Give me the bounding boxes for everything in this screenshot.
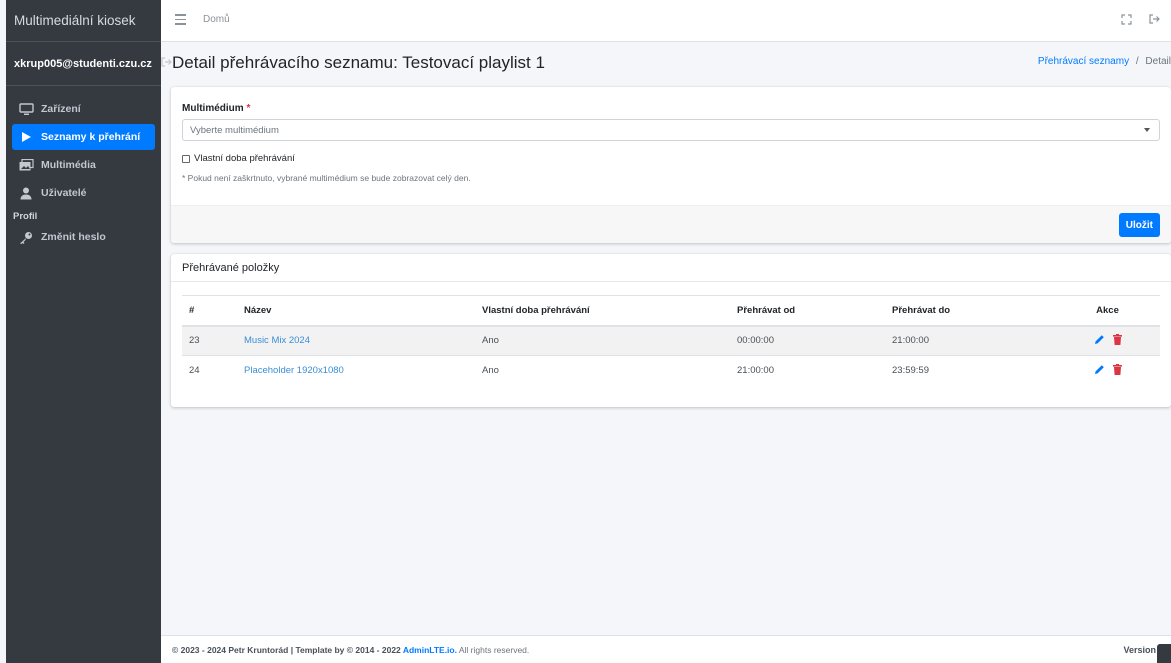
- column-header-custom-duration: Vlastní doba přehrávání: [475, 295, 730, 327]
- top-navbar: Domů: [161, 0, 1171, 42]
- cell-custom-duration: Ano: [475, 325, 730, 356]
- fullscreen-icon[interactable]: [1119, 12, 1133, 26]
- cell-name: Placeholder 1920x1080: [237, 355, 475, 386]
- logout-icon[interactable]: [161, 57, 172, 70]
- playlist-items-header: Přehrávané položky: [171, 254, 1171, 282]
- hamburger-menu-icon[interactable]: [175, 14, 186, 25]
- custom-duration-checkbox[interactable]: [182, 154, 190, 163]
- media-link[interactable]: Music Mix 2024: [244, 335, 310, 346]
- brand-link[interactable]: Multimediální kiosek: [6, 0, 161, 42]
- photo-gallery-icon: [17, 158, 35, 172]
- add-media-form-card: Multimédium * Vyberte multimédium Vlastn…: [171, 87, 1171, 243]
- top-right-controls: [1119, 12, 1171, 26]
- chevron-down-icon: [1144, 128, 1150, 132]
- cell-play-from: 00:00:00: [730, 325, 885, 356]
- key-icon: [17, 230, 35, 244]
- multimedia-select[interactable]: Vyberte multimédium: [182, 119, 1160, 141]
- playlist-items-card: Přehrávané položky # Název Vlastní doba …: [171, 254, 1171, 407]
- table-row: 24 Placeholder 1920x1080 Ano 21:00:00 23…: [182, 355, 1160, 386]
- sidebar-header-profile: Profil: [13, 210, 38, 222]
- multimedia-label: Multimédium *: [182, 103, 250, 114]
- sidebar-item-devices[interactable]: Zařízení: [12, 96, 155, 122]
- column-header-play-to: Přehrávat do: [885, 295, 1055, 327]
- sidebar-item-playlists[interactable]: Seznamy k přehrání: [12, 124, 155, 150]
- cell-actions: [1055, 355, 1160, 386]
- footer-template: | Template by © 2014 - 2022: [288, 645, 403, 655]
- column-header-name: Název: [237, 295, 475, 327]
- column-header-id: #: [182, 295, 237, 327]
- footer-copyright: © 2023 - 2024 Petr Kruntorád | Template …: [172, 645, 529, 655]
- sidebar-item-users[interactable]: Uživatelé: [12, 180, 155, 206]
- user-panel: xkrup005@studenti.czu.cz: [6, 42, 172, 86]
- breadcrumb-separator: /: [1135, 56, 1139, 67]
- cell-play-to: 23:59:59: [885, 355, 1055, 386]
- cell-actions: [1055, 325, 1160, 356]
- media-link[interactable]: Placeholder 1920x1080: [244, 365, 344, 376]
- cell-play-to: 21:00:00: [885, 325, 1055, 356]
- breadcrumb-link-playlists[interactable]: Přehrávací seznamy: [1038, 56, 1129, 67]
- page-title: Detail přehrávacího seznamu: Testovací p…: [172, 53, 545, 72]
- footer-adminlte-link[interactable]: AdminLTE.io.: [403, 645, 457, 655]
- sidebar: Multimediální kiosek xkrup005@studenti.c…: [6, 0, 172, 663]
- cell-play-from: 21:00:00: [730, 355, 885, 386]
- cell-id: 24: [182, 355, 237, 386]
- footer-rights: All rights reserved.: [456, 645, 530, 655]
- sidebar-item-label: Multimédia: [41, 159, 96, 171]
- table-row: 23 Music Mix 2024 Ano 00:00:00 21:00:00: [182, 325, 1160, 356]
- select-placeholder: Vyberte multimédium: [190, 125, 279, 136]
- edit-pencil-icon[interactable]: [1094, 334, 1105, 348]
- sidebar-nav: Zařízení Seznamy k přehrání Multimédia U…: [6, 86, 161, 250]
- column-header-play-from: Přehrávat od: [730, 295, 885, 327]
- user-icon: [17, 186, 35, 200]
- sidebar-item-label: Změnit heslo: [41, 231, 106, 243]
- custom-duration-row: Vlastní doba přehrávání: [182, 153, 295, 164]
- corner-widget: [1157, 644, 1171, 663]
- sidebar-item-label: Uživatelé: [41, 187, 87, 199]
- custom-duration-label[interactable]: Vlastní doba přehrávání: [194, 153, 295, 164]
- sidebar-item-multimedia[interactable]: Multimédia: [12, 152, 155, 178]
- form-hint: * Pokud není zaškrtnuto, vybrané multimé…: [182, 173, 471, 183]
- home-link[interactable]: Domů: [203, 14, 230, 25]
- column-header-actions: Akce: [1055, 295, 1160, 327]
- user-email[interactable]: xkrup005@studenti.czu.cz: [14, 58, 152, 70]
- multimedia-label-text: Multimédium: [182, 103, 244, 114]
- sidebar-item-label: Seznamy k přehrání: [41, 131, 141, 143]
- save-button[interactable]: Uložit: [1118, 213, 1160, 237]
- breadcrumb: Přehrávací seznamy / Detail: [1038, 56, 1171, 67]
- breadcrumb-current: Detail: [1145, 56, 1171, 67]
- monitor-icon: [17, 102, 35, 116]
- edit-pencil-icon[interactable]: [1094, 364, 1105, 378]
- required-mark: *: [246, 103, 251, 114]
- sidebar-item-label: Zařízení: [41, 103, 81, 115]
- logout-icon[interactable]: [1147, 12, 1161, 26]
- delete-trash-icon[interactable]: [1112, 363, 1122, 378]
- playlist-items-title: Přehrávané položky: [182, 262, 280, 274]
- page-footer: © 2023 - 2024 Petr Kruntorád | Template …: [161, 635, 1171, 663]
- playlist-items-table: # Název Vlastní doba přehrávání Přehráva…: [182, 295, 1160, 386]
- cell-id: 23: [182, 325, 237, 356]
- sidebar-item-change-password[interactable]: Změnit heslo: [12, 224, 155, 250]
- play-icon: [17, 130, 35, 144]
- cell-custom-duration: Ano: [475, 355, 730, 386]
- footer-author: © 2023 - 2024 Petr Kruntorád: [172, 645, 289, 655]
- cell-name: Music Mix 2024: [237, 325, 475, 356]
- table-header-row: # Název Vlastní doba přehrávání Přehráva…: [182, 295, 1160, 327]
- form-card-footer: Uložit: [171, 205, 1171, 243]
- delete-trash-icon[interactable]: [1112, 333, 1122, 348]
